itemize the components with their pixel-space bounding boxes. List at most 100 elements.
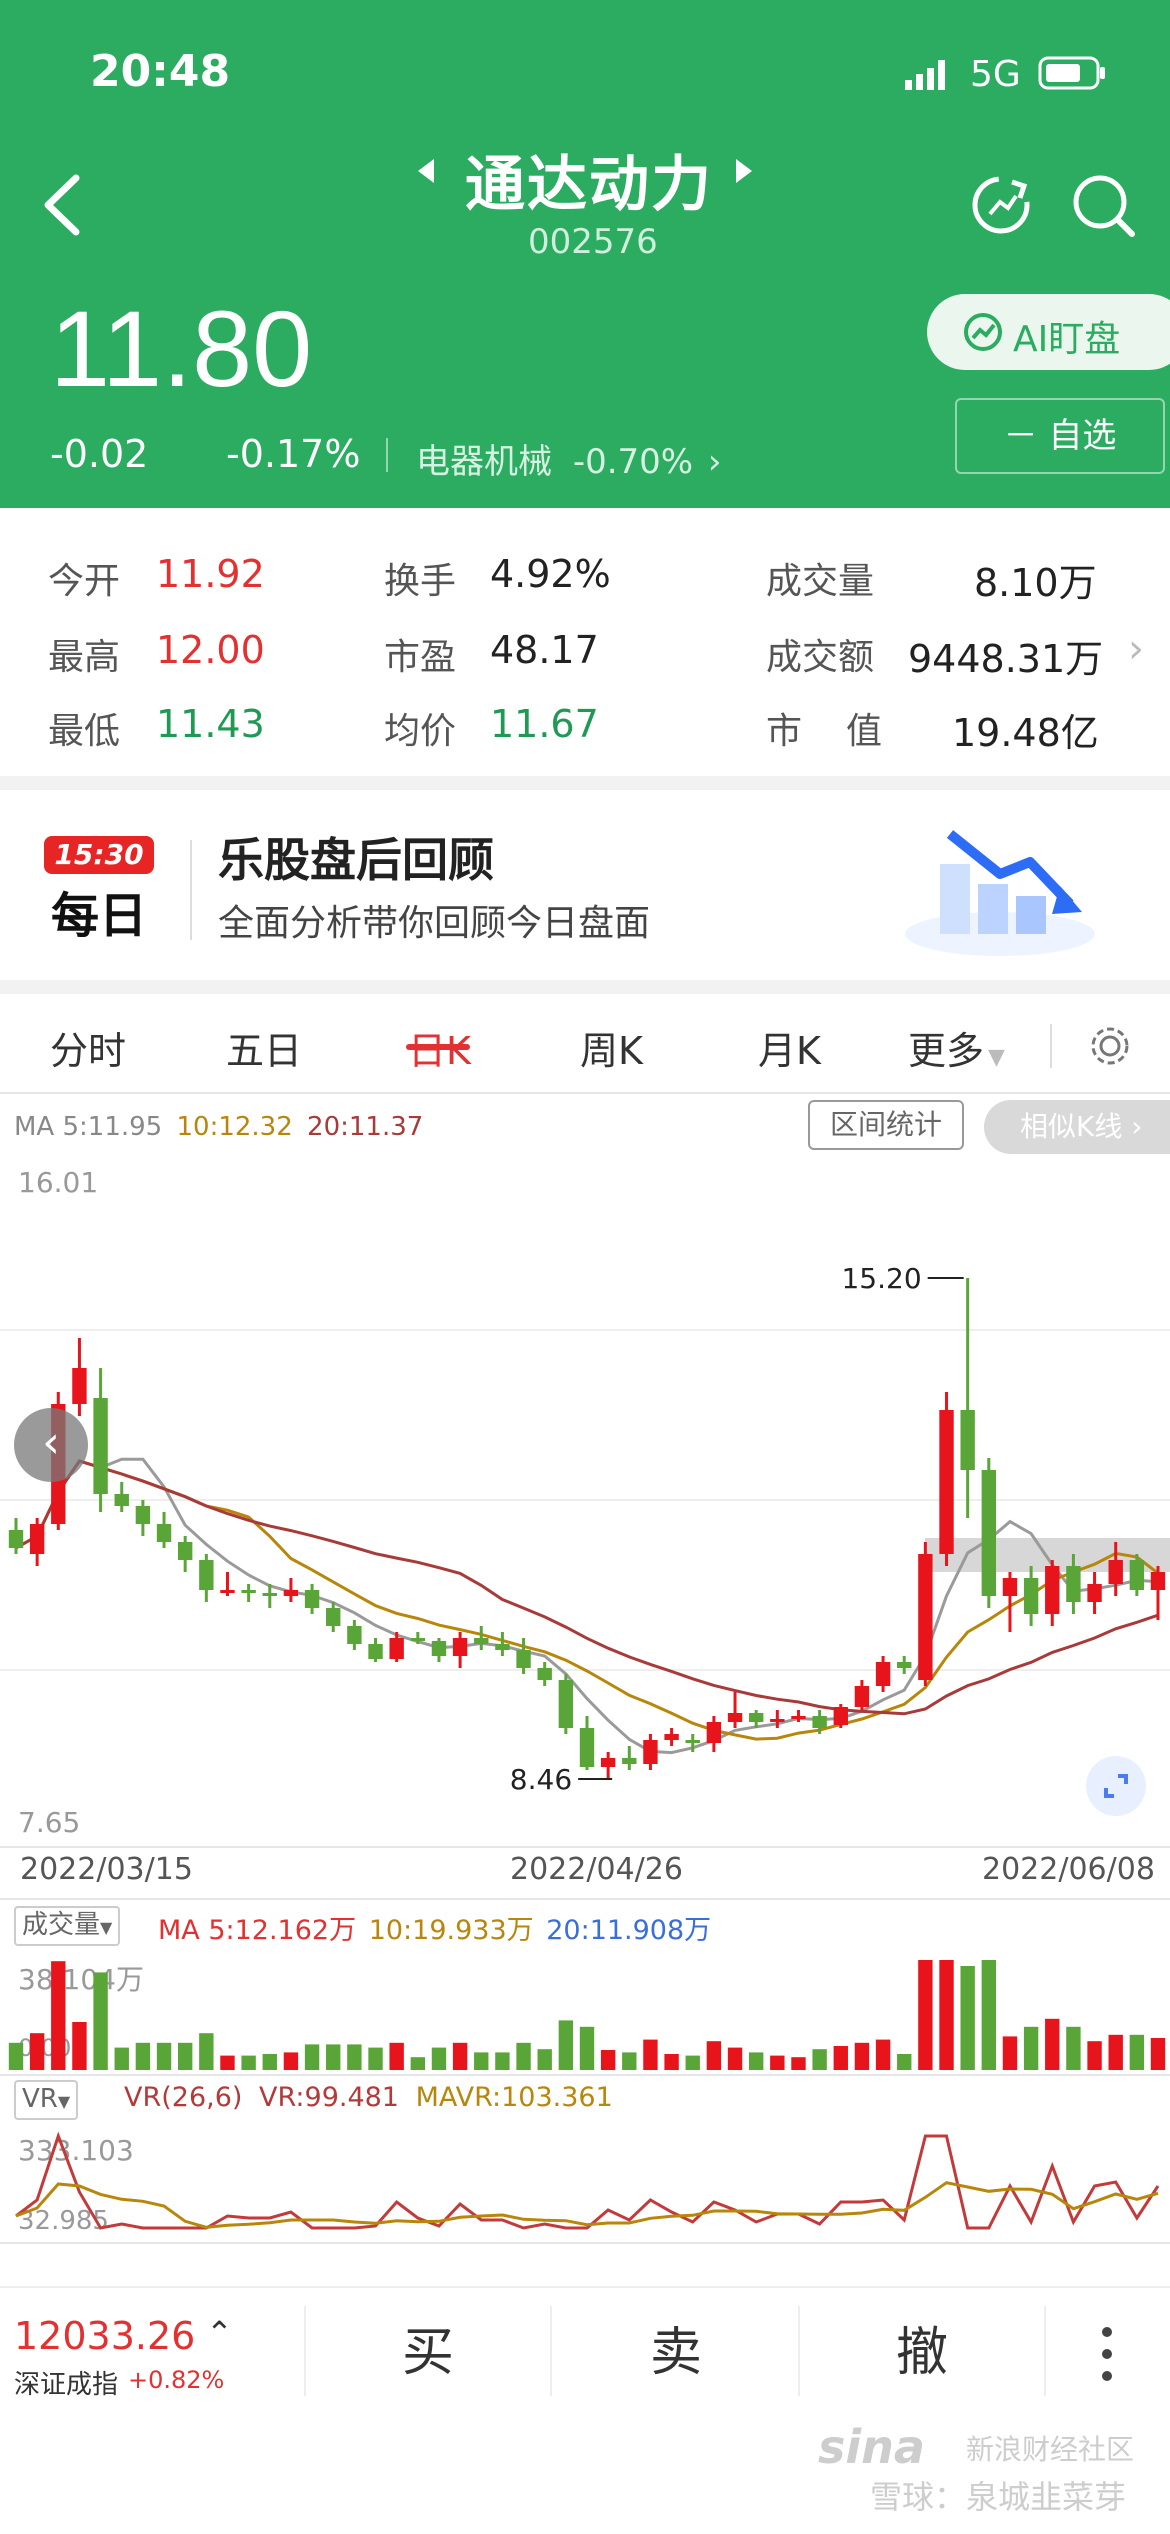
candle-body <box>495 1644 510 1650</box>
ai-watch-button[interactable]: AI盯盘 <box>927 294 1170 370</box>
candle-body <box>1066 1566 1081 1602</box>
candle-body <box>1129 1560 1145 1590</box>
low-value: 11.43 <box>156 702 265 746</box>
volume-chart <box>8 1960 1166 2070</box>
fullscreen-icon[interactable] <box>1086 1756 1146 1816</box>
sell-button[interactable]: 卖 <box>650 2310 702 2385</box>
tab-weekly-k[interactable]: 周K <box>580 1020 643 1075</box>
volume-label: 成交量 <box>766 561 875 602</box>
candle-body <box>748 1713 764 1722</box>
stock-code: 002576 <box>528 222 658 262</box>
candle-body <box>135 1506 151 1524</box>
candle-body <box>1045 1566 1060 1614</box>
candle-body <box>1002 1578 1018 1596</box>
candle-body <box>156 1524 172 1542</box>
vr-indicator-select[interactable]: VR▼ <box>14 2080 79 2120</box>
price-change: -0.02 <box>50 432 149 476</box>
search-icon[interactable] <box>1070 172 1136 242</box>
pe-label: 市盈 <box>384 637 457 678</box>
candle-body <box>812 1716 827 1728</box>
volume-bar <box>833 2046 848 2070</box>
candle-body <box>981 1470 997 1596</box>
avg-label: 均价 <box>384 711 457 752</box>
dropdown-arrow-icon: ▼ <box>100 1918 113 1937</box>
volume-bar <box>622 2052 637 2070</box>
volume-bar <box>474 2052 489 2070</box>
stats-expand-icon[interactable]: › <box>1128 626 1144 672</box>
refresh-icon[interactable] <box>968 172 1034 242</box>
more-vertical-icon[interactable] <box>1100 2326 1114 2386</box>
volume-bar <box>1087 2041 1102 2070</box>
volume-bar <box>262 2054 277 2070</box>
candle-body <box>93 1398 108 1494</box>
volume-bar <box>812 2049 827 2070</box>
range-stats-button[interactable]: 区间统计 <box>808 1100 964 1150</box>
date-end: 2022/06/08 <box>982 1852 1155 1887</box>
volume-bar <box>748 2052 764 2070</box>
volume-bar <box>347 2044 362 2070</box>
scroll-left-button[interactable]: ‹ <box>14 1408 88 1482</box>
daily-badge: 15:30 每日 <box>44 836 154 946</box>
candle-body <box>706 1722 722 1743</box>
mcap-label-2: 值 <box>846 711 883 752</box>
daily-review-banner[interactable]: 15:30 每日 乐股盘后回顾 全面分析带你回顾今日盘面 <box>0 790 1170 980</box>
sector-link[interactable]: 电器机械 -0.70% › <box>416 434 722 483</box>
buy-button[interactable]: 买 <box>402 2310 454 2385</box>
prev-stock-icon[interactable] <box>414 156 438 190</box>
volume-bar <box>1066 2026 1081 2070</box>
candle-body <box>199 1560 214 1590</box>
sector-name: 电器机械 <box>416 442 552 482</box>
ma-legend: MA 5:11.95 10:12.32 20:11.37 <box>14 1112 424 1142</box>
chevron-up-icon[interactable]: ⌃ <box>206 2314 233 2352</box>
candle-body <box>770 1719 785 1722</box>
similar-kline-button[interactable]: 相似K线 › <box>984 1100 1170 1154</box>
candle-body <box>389 1638 404 1659</box>
candle-body <box>939 1410 954 1554</box>
stock-title: 通达动力 <box>465 150 713 220</box>
candle-body <box>875 1662 891 1686</box>
candle-body <box>29 1524 45 1554</box>
trough-price-label: 8.46 <box>510 1763 572 1796</box>
volume-bar <box>516 2042 531 2070</box>
price-change-pct: -0.17% <box>226 432 361 476</box>
cancel-order-button[interactable]: 撤 <box>896 2310 948 2385</box>
volume-bar <box>51 1961 66 2070</box>
add-watchlist-button[interactable]: － 自选 <box>955 398 1165 474</box>
dropdown-arrow-icon: ▼ <box>57 2092 71 2111</box>
candle-body <box>918 1554 933 1680</box>
volume-bar <box>326 2044 341 2070</box>
candle-body <box>960 1410 975 1470</box>
settings-icon[interactable] <box>1088 1024 1132 1072</box>
candle-body <box>643 1740 658 1764</box>
tab-five-day[interactable]: 五日 <box>226 1020 302 1075</box>
candle-body <box>177 1542 193 1560</box>
next-stock-icon[interactable] <box>732 156 756 190</box>
volume-bar <box>431 2047 447 2070</box>
candle-body <box>347 1626 362 1644</box>
tab-timeshare[interactable]: 分时 <box>50 1020 126 1075</box>
volume-bar <box>1150 2038 1166 2070</box>
back-icon[interactable] <box>38 170 88 244</box>
candle-body <box>854 1686 870 1707</box>
volume-bar <box>72 2022 87 2070</box>
volume-indicator-select[interactable]: 成交量▼ <box>14 1906 121 1946</box>
banner-subtitle: 全面分析带你回顾今日盘面 <box>218 903 651 944</box>
candle-body <box>516 1650 531 1668</box>
volume-bar <box>579 2026 595 2070</box>
candle-body <box>304 1590 320 1608</box>
badge-day: 每日 <box>50 888 147 944</box>
volume-bar <box>854 2042 870 2070</box>
candle-body <box>452 1638 468 1656</box>
kline-chart[interactable]: 15.20 8.46 <box>0 1160 1170 1850</box>
avg-value: 11.67 <box>490 702 599 746</box>
candle-body <box>474 1638 489 1644</box>
index-value[interactable]: 12033.26 <box>14 2314 195 2358</box>
tab-monthly-k[interactable]: 月K <box>758 1020 821 1075</box>
volume-bar <box>220 2055 235 2070</box>
tab-more[interactable]: 更多 ▼ <box>908 1020 1005 1075</box>
candle-body <box>833 1707 848 1725</box>
vr-line <box>15 2131 1160 2230</box>
candle-body <box>241 1590 256 1593</box>
candle-body <box>1150 1572 1166 1590</box>
volume-bar <box>537 2049 552 2070</box>
